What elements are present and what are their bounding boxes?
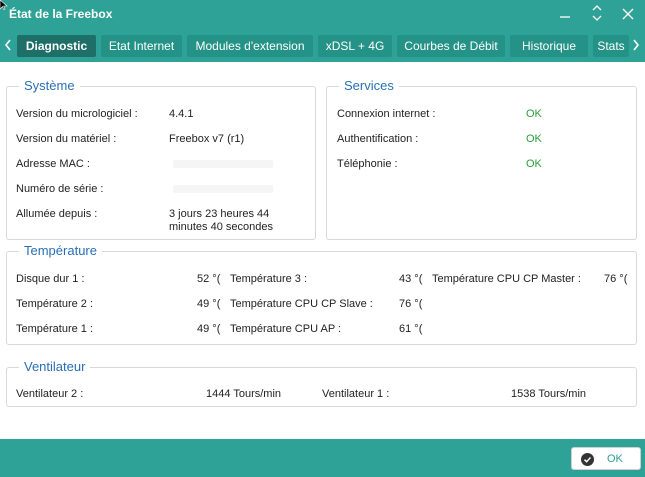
temp-value: 76 °( — [604, 273, 628, 285]
dialog-footer: OK — [0, 439, 645, 477]
ventilateur-legend: Ventilateur — [19, 359, 91, 374]
temperature-section: Température Disque dur 1 : 52 °( Tempéra… — [6, 243, 637, 345]
uptime-value-line2: minutes 40 secondes — [169, 221, 273, 233]
tab-xdsl-4g[interactable]: xDSL + 4G — [318, 35, 392, 57]
temp-label: Disque dur 1 : — [16, 273, 85, 285]
tab-stats[interactable]: Stats — [593, 35, 629, 57]
fan-value: 1444 Tours/min — [206, 388, 282, 400]
authentication-label: Authentification : — [337, 133, 419, 145]
temp-label: Température CPU CP Slave : — [230, 298, 373, 310]
close-icon — [622, 8, 634, 20]
temp-value: 52 °( — [197, 273, 221, 285]
uptime-value-line1: 3 jours 23 heures 44 — [169, 208, 270, 220]
authentication-status: OK — [526, 133, 542, 145]
temp-value: 76 °( — [399, 298, 423, 310]
temp-value: 43 °( — [399, 273, 423, 285]
uptime-label: Allumée depuis : — [16, 208, 98, 220]
ventilateur-section: Ventilateur Ventilateur 2 : 1444 Tours/m… — [6, 359, 637, 407]
systeme-section: Système Version du micrologiciel : 4.4.1… — [6, 78, 316, 240]
title-bar: État de la Freebox — [0, 0, 645, 30]
temp-value: 49 °( — [197, 323, 221, 335]
temp-label: Température CPU CP Master : — [432, 273, 581, 285]
ok-button[interactable]: OK — [571, 447, 641, 470]
tab-diagnostic[interactable]: Diagnostic — [17, 35, 96, 57]
mouse-cursor-icon — [0, 0, 8, 10]
tab-modules-extension[interactable]: Modules d'extension — [187, 35, 313, 57]
temperature-legend: Température — [19, 243, 102, 258]
internet-connection-label: Connexion internet : — [337, 108, 436, 120]
serial-value-redacted — [173, 185, 273, 193]
fan-label: Ventilateur 2 : — [16, 388, 84, 400]
tab-bar: Diagnostic Etat Internet Modules d'exten… — [0, 30, 645, 62]
temp-label: Température CPU AP : — [230, 323, 342, 335]
close-button[interactable] — [617, 4, 639, 26]
mac-label: Adresse MAC : — [16, 158, 90, 170]
tab-etat-internet[interactable]: Etat Internet — [101, 35, 182, 57]
temp-label: Température 3 : — [230, 273, 308, 285]
tab-scroll-left-button[interactable] — [1, 35, 15, 57]
temp-value: 61 °( — [399, 323, 423, 335]
tab-historique[interactable]: Historique — [510, 35, 588, 57]
ok-button-label: OK — [607, 453, 623, 465]
tab-scroll-right-button[interactable] — [629, 35, 643, 57]
tab-courbes-debit[interactable]: Courbes de Débit — [397, 35, 505, 57]
check-circle-icon — [581, 453, 594, 466]
minimize-button[interactable] — [554, 4, 576, 26]
minimize-icon — [560, 16, 570, 18]
mac-value-redacted — [173, 160, 273, 168]
diagnostic-panel: Système Version du micrologiciel : 4.4.1… — [0, 62, 645, 439]
temp-label: Température 2 : — [16, 298, 94, 310]
services-section: Services Connexion internet : OK Authent… — [326, 78, 637, 240]
hardware-label: Version du matériel : — [16, 133, 117, 145]
fan-value: 1538 Tours/min — [511, 388, 587, 400]
internet-connection-status: OK — [526, 108, 542, 120]
firmware-label: Version du micrologiciel : — [16, 108, 138, 120]
window-title: État de la Freebox — [9, 7, 113, 21]
temp-value: 49 °( — [197, 298, 221, 310]
telephony-status: OK — [526, 158, 542, 170]
systeme-legend: Système — [19, 78, 80, 93]
firmware-value: 4.4.1 — [169, 108, 194, 120]
hardware-value: Freebox v7 (r1) — [169, 133, 245, 145]
serial-label: Numéro de série : — [16, 183, 104, 195]
restore-button[interactable] — [586, 4, 608, 26]
expand-collapse-icon — [592, 5, 602, 21]
telephony-label: Téléphonie : — [337, 158, 398, 170]
fan-label: Ventilateur 1 : — [322, 388, 390, 400]
temp-label: Température 1 : — [16, 323, 94, 335]
chevron-right-icon — [633, 39, 640, 51]
chevron-left-icon — [4, 39, 11, 51]
services-legend: Services — [339, 78, 399, 93]
